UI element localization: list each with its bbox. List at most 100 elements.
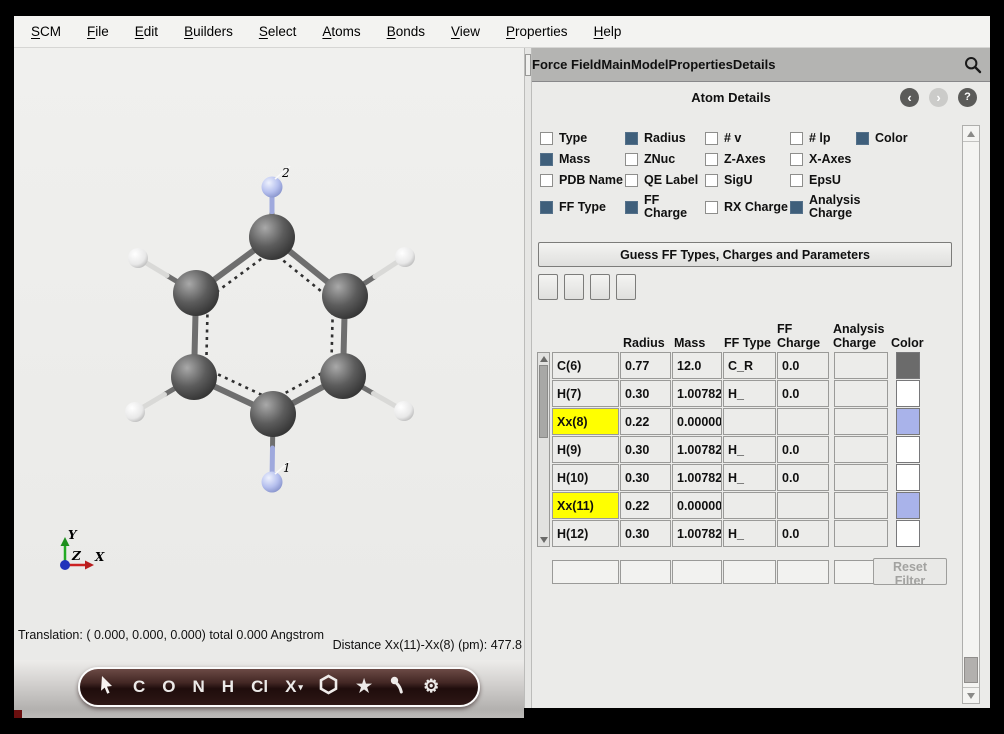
analysis-charge-cell[interactable] [834,492,888,519]
ff-type-cell[interactable] [723,492,776,519]
atom-name-cell[interactable]: H(10) [552,464,619,491]
analysis-charge-cell[interactable] [834,352,888,379]
menu-item[interactable]: Edit [122,24,171,39]
checkbox-box[interactable] [540,132,553,145]
radius-cell[interactable]: 0.30 [620,464,671,491]
clear-button[interactable] [538,274,558,300]
splitter-handle[interactable] [525,54,531,76]
mass-cell[interactable]: 0.000001 [672,408,722,435]
radius-cell[interactable]: 0.30 [620,520,671,547]
checkbox-box[interactable] [540,174,553,187]
option-checkbox[interactable]: QE Label [625,174,705,187]
ff-charge-cell[interactable]: 0.0 [777,520,829,547]
option-checkbox[interactable]: PDB Name [540,174,625,187]
atom-color-swatch[interactable] [896,436,920,463]
panel-splitter[interactable] [524,48,532,708]
atom-color-swatch[interactable] [896,408,920,435]
panel-scrollbar-thumb[interactable] [964,657,978,683]
clear-button[interactable] [564,274,584,300]
analysis-charge-cell[interactable] [834,464,888,491]
mass-cell[interactable]: 1.007825 [672,436,722,463]
checkbox-box[interactable] [790,174,803,187]
checkbox-box[interactable] [540,153,553,166]
option-checkbox[interactable]: Z-Axes [705,153,790,166]
atoms[interactable] [125,177,415,493]
mass-cell[interactable]: 1.007825 [672,520,722,547]
option-checkbox[interactable]: X-Axes [790,153,856,166]
atom-c6[interactable] [173,270,219,316]
checkbox-box[interactable] [790,153,803,166]
atom-color-swatch[interactable] [896,492,920,519]
molecule-viewport[interactable]: 2 1 Y X Z Translation: ( 0.000, 0.000, 0… [14,48,524,718]
menu-item[interactable]: SCM [18,24,74,39]
atom-name-cell[interactable]: C(6) [552,352,619,379]
atom-name-cell[interactable]: H(12) [552,520,619,547]
panel-tab[interactable]: Force Field [532,48,601,81]
panel-tab[interactable]: Model [631,48,669,81]
search-icon[interactable] [962,54,984,76]
clear-button[interactable] [590,274,610,300]
ff-type-cell[interactable]: H_ [723,520,776,547]
option-checkbox[interactable]: EpsU [790,174,856,187]
radius-cell[interactable]: 0.30 [620,380,671,407]
ff-charge-cell[interactable]: 0.0 [777,380,829,407]
scroll-up-icon[interactable] [540,356,548,362]
checkbox-box[interactable] [625,174,638,187]
ff-type-cell[interactable]: H_ [723,464,776,491]
analysis-charge-cell[interactable] [834,380,888,407]
menu-item[interactable]: File [74,24,122,39]
atom-c1[interactable] [249,214,295,260]
panel-tab[interactable]: Main [601,48,631,81]
reset-filter-button[interactable]: Reset Filter [873,558,947,585]
checkbox-box[interactable] [790,201,803,214]
checkbox-box[interactable] [625,132,638,145]
option-checkbox[interactable]: # v [705,132,790,145]
option-checkbox[interactable]: ZNuc [625,153,705,166]
atom-color-swatch[interactable] [896,380,920,407]
option-checkbox[interactable]: SigU [705,174,790,187]
option-checkbox[interactable]: Color [856,132,958,145]
atom-xx11[interactable] [262,472,283,493]
ff-charge-cell[interactable]: 0.0 [777,436,829,463]
option-checkbox[interactable]: Type [540,132,625,145]
option-checkbox[interactable]: FF Charge [625,194,705,220]
menu-item[interactable]: Properties [493,24,581,39]
atom-c5[interactable] [171,354,217,400]
ff-charge-cell[interactable] [777,492,829,519]
radius-cell[interactable]: 0.77 [620,352,671,379]
radius-cell[interactable]: 0.22 [620,408,671,435]
panel-tab[interactable]: Properties [669,48,733,81]
ff-charge-cell[interactable]: 0.0 [777,464,829,491]
scroll-down-icon[interactable] [963,687,979,703]
atom-h7[interactable] [128,248,148,268]
checkbox-box[interactable] [625,153,638,166]
option-checkbox[interactable]: Analysis Charge [790,194,856,220]
option-checkbox[interactable]: Mass [540,153,625,166]
guess-ff-button[interactable]: Guess FF Types, Charges and Parameters [538,242,952,267]
scroll-down-icon[interactable] [540,537,548,543]
analysis-charge-cell[interactable] [834,520,888,547]
ff-type-cell[interactable]: H_ [723,436,776,463]
filter-input[interactable] [672,560,722,584]
checkbox-box[interactable] [705,174,718,187]
checkbox-box[interactable] [705,201,718,214]
panel-tab[interactable]: Details [733,48,776,81]
atom-c3[interactable] [320,353,366,399]
checkbox-box[interactable] [705,153,718,166]
menu-item[interactable]: Builders [171,24,246,39]
menu-item[interactable]: View [438,24,493,39]
atom-h12[interactable] [394,401,414,421]
ff-type-cell[interactable] [723,408,776,435]
ff-type-cell[interactable]: C_R [723,352,776,379]
option-checkbox[interactable]: RX Charge [705,201,790,214]
analysis-charge-cell[interactable] [834,436,888,463]
option-checkbox[interactable]: Radius [625,132,705,145]
nav-forward-button[interactable]: › [929,88,948,107]
menu-item[interactable]: Bonds [374,24,438,39]
menu-item[interactable]: Select [246,24,310,39]
clear-button[interactable] [616,274,636,300]
analysis-charge-cell[interactable] [834,408,888,435]
mass-cell[interactable]: 0.000001 [672,492,722,519]
ff-charge-cell[interactable] [777,408,829,435]
atom-xx8[interactable] [262,177,283,198]
